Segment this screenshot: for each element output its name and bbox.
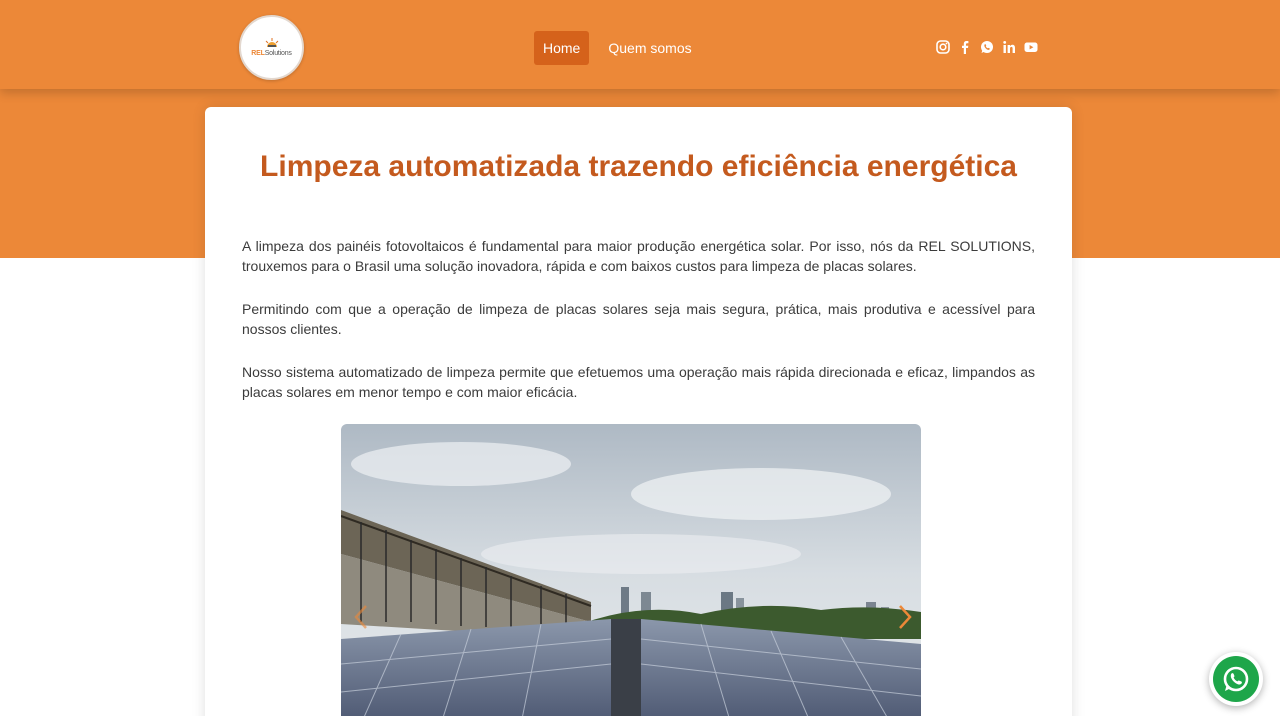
facebook-icon[interactable] [958, 40, 972, 54]
whatsapp-icon [1213, 656, 1259, 702]
main-nav: Home Quem somos [534, 31, 701, 65]
intro-paragraph-3: Nosso sistema automatizado de limpeza pe… [242, 364, 1035, 400]
intro-paragraph-2: Permitindo com que a operação de limpeza… [242, 301, 1035, 337]
whatsapp-icon[interactable] [980, 40, 994, 54]
page-title: Limpeza automatizada trazendo eficiência… [260, 150, 1017, 183]
nav-quem-somos[interactable]: Quem somos [599, 31, 700, 65]
sun-icon [265, 38, 279, 48]
image-carousel[interactable] [341, 424, 921, 716]
intro-paragraph-1: A limpeza dos painéis fotovoltaicos é fu… [242, 238, 1035, 274]
chevron-left-icon [354, 605, 367, 629]
nav-home[interactable]: Home [534, 31, 590, 65]
logo[interactable]: RELSolutions [239, 15, 304, 80]
content-card: Limpeza automatizada trazendo eficiência… [205, 107, 1072, 716]
linkedin-icon[interactable] [1002, 40, 1016, 54]
navbar: RELSolutions Home Quem somos [0, 0, 1280, 89]
chevron-right-icon [899, 605, 912, 629]
carousel-prev-button[interactable] [349, 602, 373, 632]
youtube-icon[interactable] [1024, 40, 1038, 54]
logo-text: RELSolutions [251, 50, 292, 57]
whatsapp-float-button[interactable] [1209, 652, 1263, 706]
instagram-icon[interactable] [936, 40, 950, 54]
carousel-next-button[interactable] [893, 602, 917, 632]
solar-panels-photo [341, 424, 921, 716]
social-links [936, 40, 1038, 54]
